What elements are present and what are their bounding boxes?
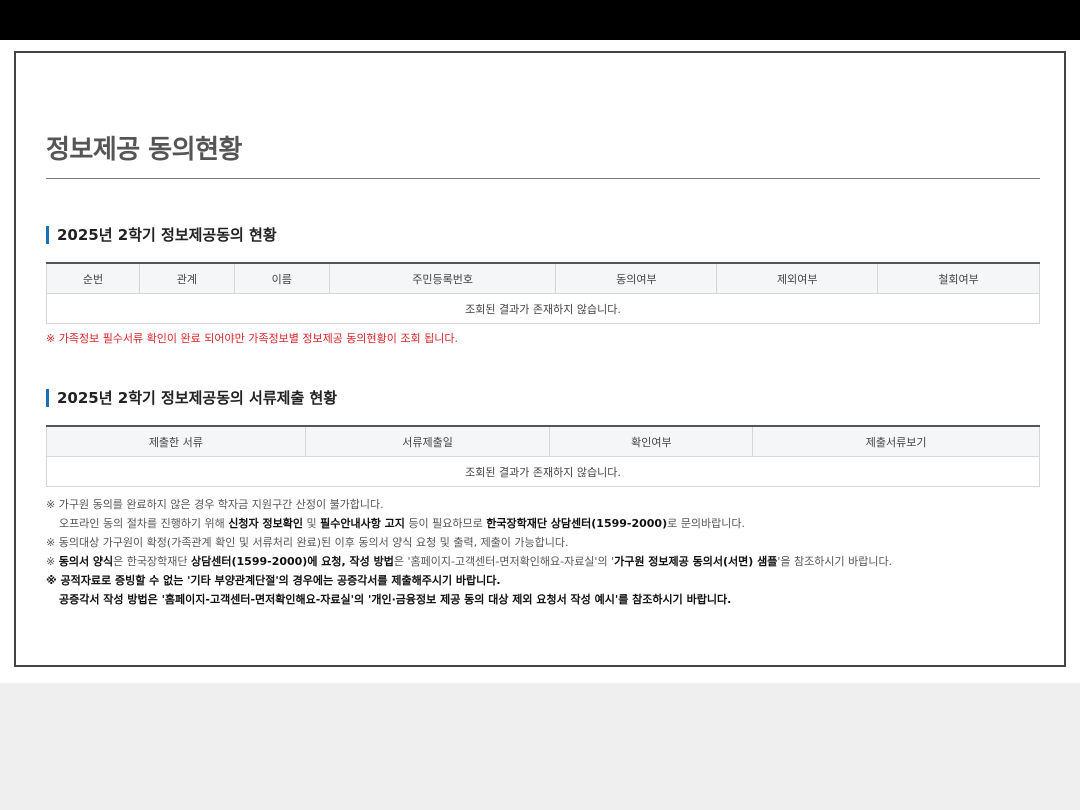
notice-item: ※ 공적자료로 증빙할 수 없는 '기타 부양관계단절'의 경우에는 공증각서를…	[46, 574, 501, 587]
notice-text: 은 '홈페이지-고객센터-면저확인해요-자료실'의 '	[393, 555, 615, 568]
empty-result-message: 조회된 결과가 존재하지 않습니다.	[46, 456, 1040, 487]
notice-text: 은 한국장학재단	[113, 555, 191, 568]
family-info-warning: ※ 가족정보 필수서류 확인이 완료 되어야만 가족정보별 정보제공 동의현황이…	[46, 332, 458, 345]
section-title-document-submission: 2025년 2학기 정보제공동의 서류제출 현황	[46, 389, 337, 407]
col-header-view-document: 제출서류보기	[752, 425, 1040, 457]
notice-emphasis: 신청자 정보확인	[228, 517, 303, 530]
notice-text: '을 참조하시기 바랍니다.	[777, 555, 893, 568]
notice-emphasis: 가구원 정보제공 동의서(서면) 샘플	[614, 555, 778, 568]
consent-status-table: 순번 관계 이름 주민등록번호 동의여부 제외여부 철회여부 조회된 결과가 존…	[46, 262, 1040, 324]
col-header-consent: 동의여부	[555, 262, 718, 294]
table-row: 조회된 결과가 존재하지 않습니다.	[46, 456, 1040, 487]
table-header-row: 제출한 서류 서류제출일 확인여부 제출서류보기	[46, 425, 1040, 457]
col-header-relation: 관계	[138, 262, 235, 294]
col-header-excluded: 제외여부	[716, 262, 879, 294]
col-header-withdrawn: 철회여부	[877, 262, 1040, 294]
notice-emphasis: 상담센터(1599-2000)에 요청, 작성 방법	[191, 555, 394, 568]
notice-item: 공증각서 작성 방법은 '홈페이지-고객센터-면저확인해요-자료실'의 '개인·…	[59, 593, 732, 606]
document-submission-table: 제출한 서류 서류제출일 확인여부 제출서류보기 조회된 결과가 존재하지 않습…	[46, 425, 1040, 487]
notice-emphasis: 한국장학재단 상담센터(1599-2000)	[486, 517, 668, 530]
table-row: 조회된 결과가 존재하지 않습니다.	[46, 293, 1040, 324]
notice-list: ※ 가구원 동의를 완료하지 않은 경우 학자금 지원구간 산정이 불가합니다.…	[46, 495, 1046, 609]
page-title: 정보제공 동의현황	[46, 135, 242, 165]
notice-item: ※ 가구원 동의를 완료하지 않은 경우 학자금 지원구간 산정이 불가합니다.	[46, 498, 384, 511]
col-header-number: 순번	[46, 262, 140, 294]
title-divider	[46, 178, 1040, 179]
table-header-row: 순번 관계 이름 주민등록번호 동의여부 제외여부 철회여부	[46, 262, 1040, 294]
notice-item: ※ 동의대상 가구원이 확정(가족관계 확인 및 서류처리 완료)된 이후 동의…	[46, 536, 569, 549]
notice-text: 로 문의바랍니다.	[667, 517, 745, 530]
col-header-confirmed: 확인여부	[549, 425, 754, 457]
notice-text: 및	[302, 517, 321, 530]
col-header-submission-date: 서류제출일	[304, 425, 551, 457]
col-header-resident-number: 주민등록번호	[328, 262, 557, 294]
notice-text: 오프라인 동의 절차를 진행하기 위해	[59, 517, 229, 530]
notice-text: 등이 필요하므로	[404, 517, 487, 530]
section-title-consent-status: 2025년 2학기 정보제공동의 현황	[46, 226, 277, 244]
notice-text: ※	[46, 555, 59, 568]
notice-item: ※ 동의서 양식은 한국장학재단 상담센터(1599-2000)에 요청, 작성…	[46, 552, 1046, 571]
col-header-name: 이름	[233, 262, 330, 294]
col-header-submitted-document: 제출한 서류	[46, 425, 306, 457]
top-black-bar	[0, 0, 1080, 40]
empty-result-message: 조회된 결과가 존재하지 않습니다.	[46, 293, 1040, 324]
notice-item: 오프라인 동의 절차를 진행하기 위해 신청자 정보확인 및 필수안내사항 고지…	[46, 514, 1046, 533]
notice-emphasis: 필수안내사항 고지	[320, 517, 405, 530]
notice-emphasis: 동의서 양식	[58, 555, 114, 568]
content-panel: 정보제공 동의현황 2025년 2학기 정보제공동의 현황 순번 관계 이름 주…	[14, 51, 1066, 667]
